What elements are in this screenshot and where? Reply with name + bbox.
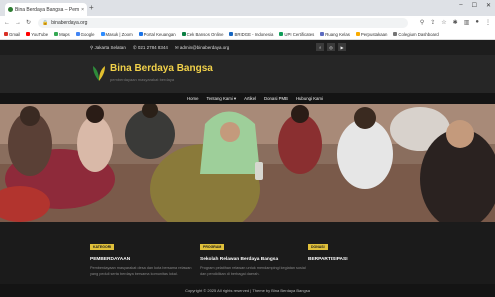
bookmark-item[interactable]: Maps — [54, 32, 70, 37]
card-title[interactable]: PEMBERDAYAAN — [90, 257, 200, 262]
bookmark-item[interactable]: Portal Keuangan — [138, 32, 176, 37]
bookmark-item[interactable]: Colegium Dashboard — [393, 32, 439, 37]
instagram-icon[interactable]: ◎ — [327, 43, 335, 51]
tab-title: Bina Berdaya Bangsa – Pemberda... — [15, 6, 80, 13]
bookmark-icon — [279, 32, 284, 36]
hero-image — [0, 104, 495, 222]
maximize-button[interactable]: ☐ — [472, 2, 477, 9]
social-links: f ◎ ▶ — [316, 43, 346, 51]
bookmark-icon — [100, 32, 105, 36]
bookmark-icon — [229, 32, 234, 36]
bookmark-icon — [54, 32, 59, 36]
card-text: Program pelatihan relawan untuk mendampi… — [200, 266, 306, 276]
bookmark-item[interactable]: Perpustakaan — [355, 32, 387, 37]
card-badge: KATEGORI — [90, 244, 115, 250]
bookmark-item[interactable]: Google — [75, 32, 95, 37]
facebook-icon[interactable]: f — [316, 43, 324, 51]
main-nav: Home Tentang Kami ▾ Artikel Donasi PMB H… — [0, 93, 495, 104]
nav-item-tentang-kami[interactable]: Tentang Kami ▾ — [206, 96, 236, 102]
search-icon[interactable]: ⚲ — [420, 19, 424, 26]
window-controls: – ☐ ✕ — [459, 2, 491, 9]
bookmark-item[interactable]: YouTube — [26, 32, 48, 37]
site-topbar: ⚲ Jakarta Selatan ✆ 021 2784 8344 ✉ admi… — [0, 40, 495, 55]
menu-icon[interactable]: ⋮ — [485, 19, 491, 26]
bookmark-item[interactable]: Ruang Kelas — [320, 32, 350, 37]
close-window-button[interactable]: ✕ — [486, 2, 491, 9]
address-row: ← → ↻ 🔒 binaberdaya.org ⚲ ⇪ ☆ ✱ ▥ ● ⋮ — [0, 16, 495, 29]
favicon-icon — [8, 7, 13, 12]
address-bar[interactable]: 🔒 binaberdaya.org — [38, 17, 409, 28]
site-logo-icon[interactable] — [92, 64, 106, 82]
card-badge: DONASI — [308, 244, 328, 250]
card-title[interactable]: Sekolah Relawan Berdaya Bangsa — [200, 257, 310, 262]
site-name[interactable]: Bina Berdaya Bangsa — [110, 63, 213, 74]
bookmark-item[interactable]: Masuk | Zoom — [100, 32, 133, 37]
close-tab-icon[interactable]: × — [81, 7, 84, 13]
info-card: KATEGORI PEMBERDAYAAN Pemberdayaan masya… — [90, 235, 200, 277]
contact-info: ⚲ Jakarta Selatan ✆ 021 2784 8344 ✉ admi… — [90, 45, 229, 51]
nav-item-hubungi-kami[interactable]: Hubungi Kami — [296, 96, 323, 102]
back-icon[interactable]: ← — [4, 20, 10, 26]
bookmark-icon — [75, 32, 80, 36]
info-card: DONASI BERPARTISIPASI — [308, 235, 418, 265]
site-tagline: pemberdayaan masyarakat berdaya — [110, 77, 175, 82]
site-footer: Copyright © 2025 All rights reserved | T… — [0, 284, 495, 297]
bookmark-item[interactable]: UPI Certificates — [279, 32, 314, 37]
share-icon[interactable]: ⇪ — [430, 19, 435, 26]
lock-icon: 🔒 — [42, 19, 49, 26]
star-icon[interactable]: ☆ — [441, 19, 446, 26]
new-tab-button[interactable]: + — [89, 3, 94, 12]
bookmark-item[interactable]: Gmail — [4, 32, 20, 37]
bookmark-item[interactable]: BRIDGE - Indonesia — [229, 32, 273, 37]
bookmark-icon — [4, 32, 8, 36]
profile-icon[interactable]: ● — [475, 19, 479, 26]
nav-item-artikel[interactable]: Artikel — [244, 96, 256, 102]
phone-text[interactable]: ✆ 021 2784 8344 — [133, 45, 168, 51]
bookmarks-bar: Gmail YouTube Maps Google Masuk | Zoom P… — [0, 29, 495, 40]
browser-tab-strip: Bina Berdaya Bangsa – Pemberda... × + – … — [0, 0, 495, 16]
nav-item-home[interactable]: Home — [187, 96, 198, 102]
card-title[interactable]: BERPARTISIPASI — [308, 257, 418, 262]
bookmark-icon — [181, 32, 186, 36]
address-text: ⚲ Jakarta Selatan — [90, 45, 126, 50]
browser-toolbar-icons: ⚲ ⇪ ☆ ✱ ▥ ● ⋮ — [420, 19, 491, 26]
minimize-button[interactable]: – — [459, 2, 462, 9]
site-header — [0, 55, 495, 93]
email-text[interactable]: ✉ admin@binaberdaya.org — [175, 45, 229, 51]
bookmark-icon — [138, 32, 143, 36]
extensions-icon[interactable]: ✱ — [453, 19, 458, 26]
youtube-icon[interactable]: ▶ — [338, 43, 346, 51]
nav-item-donasi[interactable]: Donasi PMB — [264, 96, 288, 102]
card-text: Pemberdayaan masyarakat desa dan kota be… — [90, 266, 192, 276]
forward-icon[interactable]: → — [15, 20, 21, 26]
info-cards: KATEGORI PEMBERDAYAAN Pemberdayaan masya… — [0, 222, 495, 284]
reload-icon[interactable]: ↻ — [26, 19, 31, 26]
bookmark-icon — [393, 32, 398, 36]
bookmark-icon — [26, 32, 31, 36]
browser-tab[interactable]: Bina Berdaya Bangsa – Pemberda... × — [5, 3, 87, 16]
bookmark-icon — [320, 32, 325, 36]
sidebar-icon[interactable]: ▥ — [464, 19, 470, 26]
url-text: binaberdaya.org — [51, 19, 88, 26]
info-card: PROGRAM Sekolah Relawan Berdaya Bangsa P… — [200, 235, 310, 277]
hero-photo — [0, 104, 495, 222]
bookmark-item[interactable]: Cek Bansos Online — [181, 32, 223, 37]
card-badge: PROGRAM — [200, 244, 225, 250]
bookmark-icon — [355, 32, 360, 36]
